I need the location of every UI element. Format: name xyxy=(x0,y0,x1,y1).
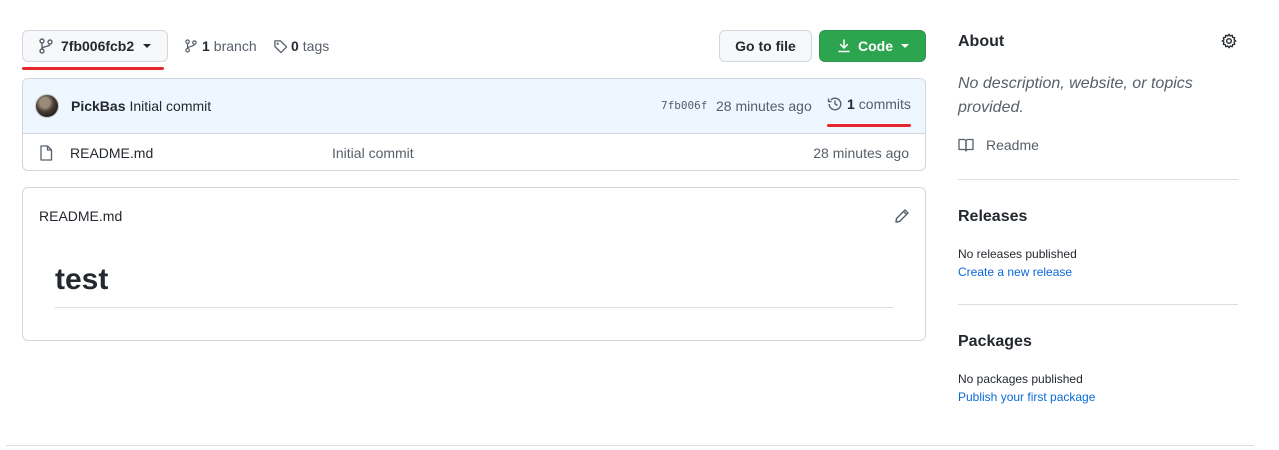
packages-empty-text: No packages published xyxy=(958,372,1083,386)
commits-label: commits xyxy=(858,96,911,112)
branches-count: 1 xyxy=(202,38,210,54)
section-divider xyxy=(958,304,1238,305)
tag-icon xyxy=(273,39,288,54)
releases-empty-text: No releases published xyxy=(958,247,1077,261)
page-bottom-divider xyxy=(6,445,1254,446)
file-row: README.md Initial commit 28 minutes ago xyxy=(23,134,925,170)
red-underline-annotation xyxy=(827,124,911,127)
go-to-file-button[interactable]: Go to file xyxy=(719,30,812,62)
about-description: No description, website, or topics provi… xyxy=(958,75,1193,116)
history-icon xyxy=(827,96,843,112)
gear-icon[interactable] xyxy=(1221,33,1237,49)
publish-package-link[interactable]: Publish your first package xyxy=(958,390,1095,404)
readme-heading: test xyxy=(55,263,109,296)
file-navigation-box: PickBas Initial commit 7fb006f 28 minute… xyxy=(22,78,926,171)
readme-link[interactable]: Readme xyxy=(958,137,1039,153)
releases-heading[interactable]: Releases xyxy=(958,208,1027,226)
branches-link[interactable]: 1 branch xyxy=(185,30,257,62)
file-icon xyxy=(39,144,53,161)
chevron-down-icon xyxy=(901,44,909,48)
commit-author[interactable]: PickBas xyxy=(71,98,125,114)
section-divider xyxy=(958,179,1238,180)
file-name[interactable]: README.md xyxy=(70,145,153,161)
git-branch-icon xyxy=(39,38,53,54)
heading-divider xyxy=(55,307,893,308)
commit-sha[interactable]: 7fb006f xyxy=(661,99,707,112)
branch-name: 7fb006fcb2 xyxy=(61,38,135,54)
git-branch-icon xyxy=(185,38,197,54)
packages-heading[interactable]: Packages xyxy=(958,333,1032,351)
code-button-label: Code xyxy=(858,38,893,54)
commits-history-link[interactable]: 1 commits xyxy=(827,96,911,112)
tags-label: tags xyxy=(302,38,330,54)
about-heading: About xyxy=(958,33,1005,50)
tags-link[interactable]: 0 tags xyxy=(273,30,329,62)
file-commit-message[interactable]: Initial commit xyxy=(332,145,414,161)
branches-label: branch xyxy=(213,38,257,54)
branch-selector-button[interactable]: 7fb006fcb2 xyxy=(22,30,168,62)
commit-message[interactable]: Initial commit xyxy=(129,98,211,114)
repo-toolbar: 7fb006fcb2 1 branch 0 tags Go to file Co… xyxy=(22,30,926,70)
download-icon xyxy=(838,39,850,53)
chevron-down-icon xyxy=(143,44,152,48)
readme-box: README.md test xyxy=(22,187,926,341)
file-commit-time: 28 minutes ago xyxy=(813,145,909,161)
readme-link-label: Readme xyxy=(986,137,1039,153)
code-button[interactable]: Code xyxy=(819,30,926,62)
latest-commit-row: PickBas Initial commit 7fb006f 28 minute… xyxy=(23,79,925,134)
create-release-link[interactable]: Create a new release xyxy=(958,265,1072,279)
readme-filename[interactable]: README.md xyxy=(39,208,122,224)
commits-count: 1 xyxy=(847,96,855,112)
commit-time: 28 minutes ago xyxy=(716,98,812,114)
red-underline-annotation xyxy=(22,67,164,70)
pencil-icon[interactable] xyxy=(894,208,910,224)
tags-count: 0 xyxy=(291,38,299,54)
book-icon xyxy=(958,138,974,152)
avatar[interactable] xyxy=(35,94,59,118)
